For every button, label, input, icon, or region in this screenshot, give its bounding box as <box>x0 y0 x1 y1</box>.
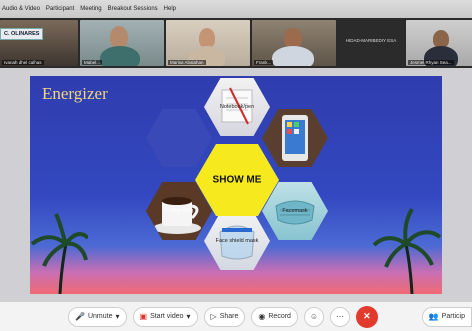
participant-tile[interactable]: HIDAD-MARIBEDIY ESA <box>338 20 404 66</box>
start-video-button[interactable]: ▣ Start video ▾ <box>132 306 198 327</box>
hexagon-diagram: Notebook/pen Facemask Face shield mask C… <box>30 76 442 294</box>
participant-tile[interactable]: Marisa Abalahan <box>166 20 250 66</box>
ellipsis-icon: ⋯ <box>335 312 344 321</box>
hex-notebook: Notebook/pen <box>204 78 270 136</box>
menu-meeting[interactable]: Meeting <box>80 6 101 12</box>
avatar <box>199 28 215 48</box>
center-label: SHOW ME <box>212 174 262 186</box>
presentation-slide: Energizer Notebook/pen Facemask Face shi… <box>30 76 442 294</box>
share-button[interactable]: ▷ Share <box>203 306 246 327</box>
start-video-label: Start video <box>150 313 184 320</box>
avatar <box>284 28 302 48</box>
close-icon: ✕ <box>363 311 371 321</box>
hex-label: Coffee mug <box>164 208 194 214</box>
participants-icon: 👥 <box>428 312 439 321</box>
share-label: Share <box>219 313 239 320</box>
hex-label: Notebook/pen <box>219 104 255 110</box>
hex-blank <box>146 109 212 167</box>
participant-name: HIDAD-MARIBEDIY ESA <box>345 38 397 43</box>
participant-name: Ivanah dhel calhas <box>2 60 44 65</box>
menu-breakout-sessions[interactable]: Breakout Sessions <box>108 6 158 12</box>
menu-audio-video[interactable]: Audio & Video <box>2 6 40 12</box>
unmute-label: Unmute <box>87 313 113 320</box>
meeting-controls: 🎤 Unmute ▾ ▣ Start video ▾ ▷ Share ◉ Rec… <box>0 301 472 331</box>
participant-name: Frank... <box>254 60 274 65</box>
participants-button[interactable]: 👥 Particip <box>421 306 472 327</box>
smartphone-image <box>262 109 328 167</box>
smiley-icon: ☺ <box>309 312 319 321</box>
meeting-menubar: Audio & Video Participant Meeting Breako… <box>0 0 472 18</box>
hex-label: Face shield mask <box>215 238 259 244</box>
reactions-button[interactable]: ☺ <box>303 306 324 327</box>
participants-label: Particip <box>441 313 465 320</box>
record-button[interactable]: ◉ Record <box>251 306 298 327</box>
participant-tile[interactable]: Frank... <box>252 20 336 66</box>
unmute-button[interactable]: 🎤 Unmute ▾ <box>68 306 127 327</box>
participant-tile[interactable]: Mabel... <box>80 20 164 66</box>
participant-name: Mabel... <box>82 60 103 65</box>
chevron-down-icon[interactable]: ▾ <box>187 312 191 321</box>
avatar-body <box>272 46 314 66</box>
more-options-button[interactable]: ⋯ <box>329 306 350 327</box>
participant-badge: C. OLINARES <box>0 28 44 40</box>
leave-meeting-button[interactable]: ✕ <box>355 305 378 328</box>
hex-face-shield: Face shield mask <box>204 212 270 270</box>
video-off-icon: ▣ <box>139 312 148 321</box>
participant-name: Jesmel Rhyan Sea... <box>408 60 454 65</box>
record-icon: ◉ <box>258 312 266 321</box>
share-icon: ▷ <box>210 312 217 321</box>
hex-label: Facemask <box>282 208 308 214</box>
participant-name: Marisa Abalahan <box>168 60 206 65</box>
avatar <box>110 26 128 48</box>
avatar-body <box>100 46 140 66</box>
hex-smartphone <box>262 109 328 167</box>
chevron-down-icon[interactable]: ▾ <box>115 312 119 321</box>
participant-tile[interactable]: Jesmel Rhyan Sea... <box>406 20 472 66</box>
shared-screen: Energizer Notebook/pen Facemask Face shi… <box>0 68 472 301</box>
microphone-muted-icon: 🎤 <box>75 312 85 321</box>
participant-tile[interactable]: C. OLINARES Ivanah dhel calhas <box>0 20 78 66</box>
record-label: Record <box>268 313 291 320</box>
menu-participant[interactable]: Participant <box>46 6 74 12</box>
menu-help[interactable]: Help <box>164 6 176 12</box>
participant-strip: C. OLINARES Ivanah dhel calhas Mabel... … <box>0 18 472 68</box>
